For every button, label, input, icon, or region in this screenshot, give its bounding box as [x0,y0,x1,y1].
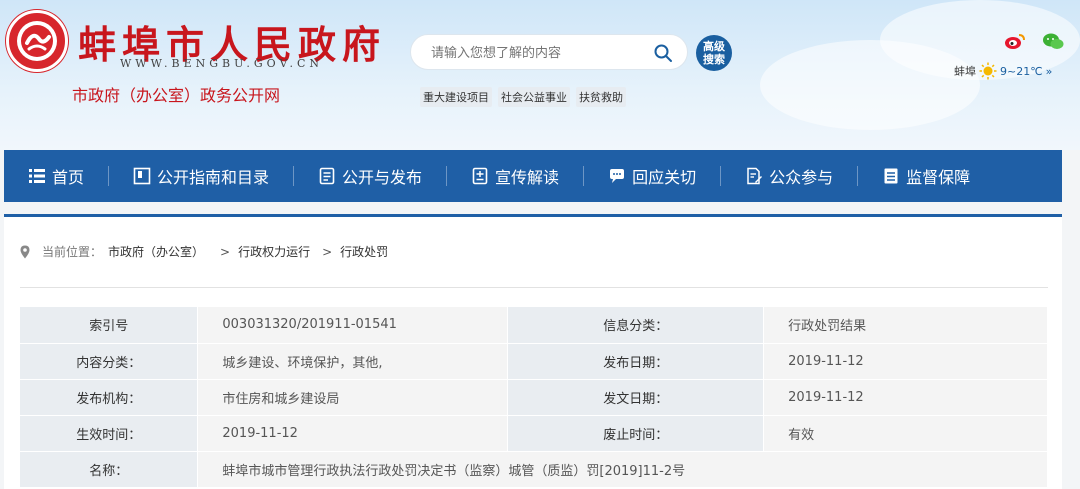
breadcrumb-separator: > [220,244,231,259]
search-box[interactable] [410,34,688,70]
nav-item-interpretation[interactable]: 宣传解读 [471,150,559,202]
breadcrumb-separator: > [322,244,333,259]
book-icon [133,167,151,185]
logo-emblem-icon [17,21,57,61]
quick-links: 重大建设项目 社会公益事业 扶贫救助 [420,87,626,107]
advanced-search-button[interactable]: 高级 搜索 [696,35,732,71]
site-url: WWW.BENGBU.GOV.CN [120,57,324,70]
nav-label: 公开指南和目录 [157,168,270,187]
table-key: 生效时间： [20,415,199,452]
table-key: 发布日期： [507,343,765,380]
nav-item-guide[interactable]: 公开指南和目录 [133,150,269,202]
site-subtitle[interactable]: 市政府（办公室）政务公开网 [72,82,280,106]
nav-separator [446,166,448,186]
site-header: 蚌埠市人民政府 WWW.BENGBU.GOV.CN 市政府（办公室）政务公开网 … [0,0,1080,150]
nav-item-publish[interactable]: 公开与发布 [318,150,422,202]
city-logo[interactable] [6,10,68,72]
location-pin-icon [20,245,30,258]
table-row: 名称： 蚌埠市城市管理行政执法行政处罚决定书（监察）城管（质监）罚[2019]1… [20,451,1048,488]
info-table: 索引号 003031320/201911-01541 信息分类： 行政处罚结果 … [20,307,1048,488]
nav-item-response[interactable]: 回应关切 [608,150,696,202]
wechat-icon[interactable] [1042,32,1064,50]
file-icon [884,168,898,184]
table-value: 市住房和城乡建设局 [197,379,509,416]
weibo-icon[interactable] [1004,32,1026,50]
table-key: 内容分类： [20,343,199,380]
nav-separator [857,166,859,186]
table-row: 内容分类： 城乡建设、环境保护，其他, 发布日期： 2019-11-12 [20,343,1048,380]
nav-label: 回应关切 [632,168,697,187]
nav-separator [583,166,585,186]
breadcrumb-item-power[interactable]: 行政权力运行 [238,243,310,260]
weather-widget[interactable]: 蚌埠 9~21℃ » [954,62,1052,80]
table-key: 发布机构： [20,379,199,416]
breadcrumb-prefix: 当前位置： [42,245,103,259]
table-row: 生效时间： 2019-11-12 废止时间： 有效 [20,415,1048,452]
search-input[interactable] [431,43,651,63]
sun-icon [979,62,997,80]
table-key: 废止时间： [507,415,765,452]
nav-label: 宣传解读 [495,168,560,187]
nav-item-supervision[interactable]: 监督保障 [882,150,970,202]
weather-more-link[interactable]: » [1046,65,1053,78]
table-row: 发布机构： 市住房和城乡建设局 发文日期： 2019-11-12 [20,379,1048,416]
quick-link-major-projects[interactable]: 重大建设项目 [420,87,492,107]
nav-item-participation[interactable]: 公众参与 [745,150,833,202]
quick-link-poverty-relief[interactable]: 扶贫救助 [576,87,626,107]
table-value: 行政处罚结果 [763,307,1048,344]
nav-separator [108,166,110,186]
main-content: 当前位置： 市政府（办公室） > 行政权力运行 > 行政处罚 索引号 00303… [4,217,1062,489]
breadcrumb: 当前位置： 市政府（办公室） > 行政权力运行 > 行政处罚 [20,243,388,260]
table-value: 2019-11-12 [763,379,1048,416]
table-value: 2019-11-12 [763,343,1048,380]
doc-icon [319,167,335,185]
table-value: 2019-11-12 [197,415,509,452]
table-key: 发文日期： [507,379,765,416]
breadcrumb-item-penalty[interactable]: 行政处罚 [340,243,388,260]
search-icon[interactable] [653,43,673,63]
table-key: 名称： [20,451,199,488]
quick-link-public-welfare[interactable]: 社会公益事业 [498,87,570,107]
table-key: 信息分类： [507,307,765,344]
table-value: 003031320/201911-01541 [197,307,509,344]
weather-city: 蚌埠 [954,65,976,78]
nav-label: 公开与发布 [342,168,423,187]
table-key: 索引号 [20,307,199,344]
nav-label: 监督保障 [906,168,971,187]
chat-icon [610,169,625,183]
nav-label: 公众参与 [769,168,834,187]
note-icon [472,167,488,185]
table-value: 蚌埠市城市管理行政执法行政处罚决定书（监察）城管（质监）罚[2019]11-2号 [197,451,1048,488]
nav-label: 首页 [52,168,85,187]
table-value: 有效 [763,415,1048,452]
nav-separator [293,166,295,186]
main-nav: 首页 公开指南和目录 公开与发布 宣传解读 回应关切 公众参与 监督保障 [4,150,1062,202]
content-divider [20,287,1048,288]
nav-separator [720,166,722,186]
table-value: 城乡建设、环境保护，其他, [197,343,509,380]
breadcrumb-item-office[interactable]: 市政府（办公室） [108,243,204,260]
list-icon [29,169,45,183]
table-row: 索引号 003031320/201911-01541 信息分类： 行政处罚结果 [20,307,1048,344]
edit-icon [747,167,763,185]
weather-temp: 9~21℃ [1000,64,1043,78]
nav-item-home[interactable]: 首页 [28,150,84,202]
